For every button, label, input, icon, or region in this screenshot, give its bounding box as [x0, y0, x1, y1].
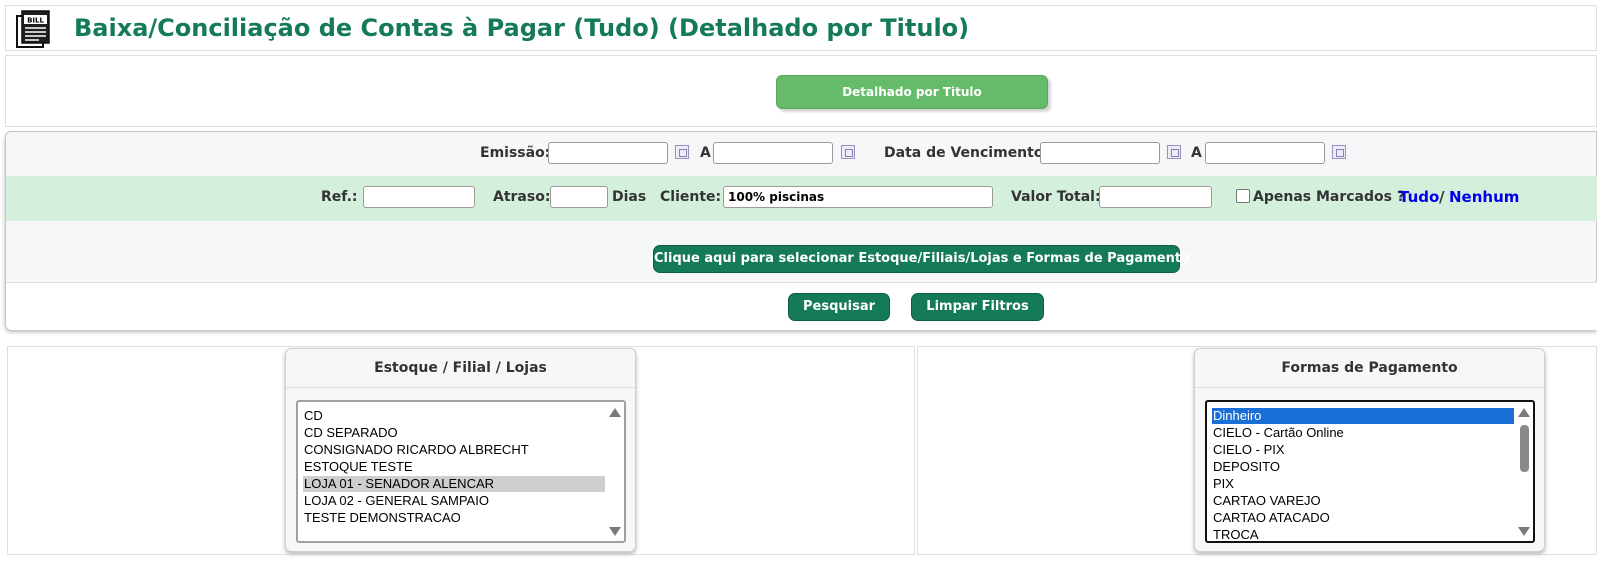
listbox-option[interactable]: LOJA 02 - GENERAL SAMPAIO — [303, 493, 605, 509]
bill-document-icon: BILL — [13, 9, 53, 49]
page-title: Baixa/Conciliação de Contas à Pagar (Tud… — [74, 14, 970, 42]
ref-label: Ref.: — [321, 189, 358, 205]
listbox-option[interactable]: ESTOQUE TESTE — [303, 459, 605, 475]
emissao-end-input[interactable] — [713, 142, 833, 164]
cliente-label: Cliente: — [660, 189, 722, 205]
vencimento-end-input[interactable] — [1205, 142, 1325, 164]
listbox-option[interactable]: TROCA — [1212, 527, 1514, 541]
valor-total-input[interactable] — [1099, 186, 1212, 208]
atraso-input[interactable] — [550, 186, 608, 208]
dias-label: Dias — [612, 189, 647, 205]
mode-panel: Detalhado por Titulo — [5, 55, 1597, 127]
apenas-marcados-checkbox[interactable] — [1236, 189, 1250, 203]
listbox-option[interactable]: Dinheiro — [1212, 408, 1514, 424]
stores-listbox[interactable]: CD CD SEPARADO CONSIGNADO RICARDO ALBRECHT… — [296, 400, 626, 543]
listbox-option[interactable]: CONSIGNADO RICARDO ALBRECHT — [303, 442, 605, 458]
search-button[interactable]: Pesquisar — [788, 293, 890, 321]
listbox-option[interactable]: TESTE DEMONSTRACAO — [303, 510, 605, 526]
listbox-option[interactable]: CIELO - PIX — [1212, 442, 1514, 458]
link-separator: / — [1439, 188, 1445, 206]
calendar-icon[interactable] — [1332, 145, 1346, 159]
listbox-option[interactable]: LOJA 01 - SENADOR ALENCAR — [303, 476, 605, 492]
atraso-label: Atraso: — [493, 189, 551, 205]
title-bar: BILL Baixa/Conciliação de Contas à Pagar… — [5, 5, 1597, 51]
cliente-input[interactable] — [723, 186, 993, 208]
ref-input[interactable] — [363, 186, 475, 208]
listbox-option[interactable]: PIX — [1212, 476, 1514, 492]
listbox-option[interactable]: CARTAO ATACADO — [1212, 510, 1514, 526]
payments-listbox[interactable]: Dinheiro CIELO - Cartão Online CIELO - PIX… — [1205, 400, 1535, 543]
select-all-link[interactable]: Tudo — [1399, 188, 1439, 206]
payments-card: Formas de Pagamento Dinheiro CIELO - Cart… — [1194, 348, 1545, 552]
stores-card: Estoque / Filial / Lojas CD CD SEPARADO CO… — [285, 348, 636, 552]
vencimento-range-separator: A — [1191, 145, 1202, 161]
emissao-start-input[interactable] — [548, 142, 668, 164]
listbox-option[interactable]: CD — [303, 408, 605, 424]
listbox-option[interactable]: CIELO - Cartão Online — [1212, 425, 1514, 441]
filter-actions-row: Pesquisar Limpar Filtros — [6, 282, 1597, 330]
vencimento-label: Data de Vencimento: — [884, 145, 1050, 161]
filter-panel: Emissão: A Data de Vencimento: A Ref.: A… — [5, 131, 1597, 330]
stores-card-title: Estoque / Filial / Lojas — [286, 349, 635, 388]
listbox-option[interactable]: DEPOSITO — [1212, 459, 1514, 475]
bill-icon-text: BILL — [27, 17, 44, 25]
scroll-down-arrow-icon[interactable] — [1518, 527, 1530, 536]
scrollbar-thumb[interactable] — [1520, 425, 1529, 472]
emissao-label: Emissão: — [480, 145, 551, 161]
scroll-up-arrow-icon[interactable] — [1518, 408, 1530, 417]
calendar-icon[interactable] — [675, 145, 689, 159]
listbox-option[interactable]: CD SEPARADO — [303, 425, 605, 441]
scroll-down-arrow-icon[interactable] — [609, 527, 621, 536]
calendar-icon[interactable] — [841, 145, 855, 159]
apenas-marcados-label: Apenas Marcados ? — [1253, 189, 1405, 205]
payments-card-title: Formas de Pagamento — [1195, 349, 1544, 388]
filter-row-details: Ref.: Atraso: Dias Cliente: Valor Total:… — [6, 176, 1597, 221]
calendar-icon[interactable] — [1167, 145, 1181, 159]
clear-filters-button[interactable]: Limpar Filtros — [911, 293, 1044, 321]
select-stores-payments-button[interactable]: Clique aqui para selecionar Estoque/Fili… — [653, 245, 1190, 273]
listbox-option[interactable]: CARTAO VAREJO — [1212, 493, 1514, 509]
valor-total-label: Valor Total: — [1011, 189, 1101, 205]
vencimento-start-input[interactable] — [1040, 142, 1160, 164]
emissao-range-separator: A — [700, 145, 711, 161]
scroll-up-arrow-icon[interactable] — [609, 408, 621, 417]
select-none-link[interactable]: Nenhum — [1449, 188, 1519, 206]
detail-mode-button[interactable]: Detalhado por Titulo — [776, 75, 1048, 109]
